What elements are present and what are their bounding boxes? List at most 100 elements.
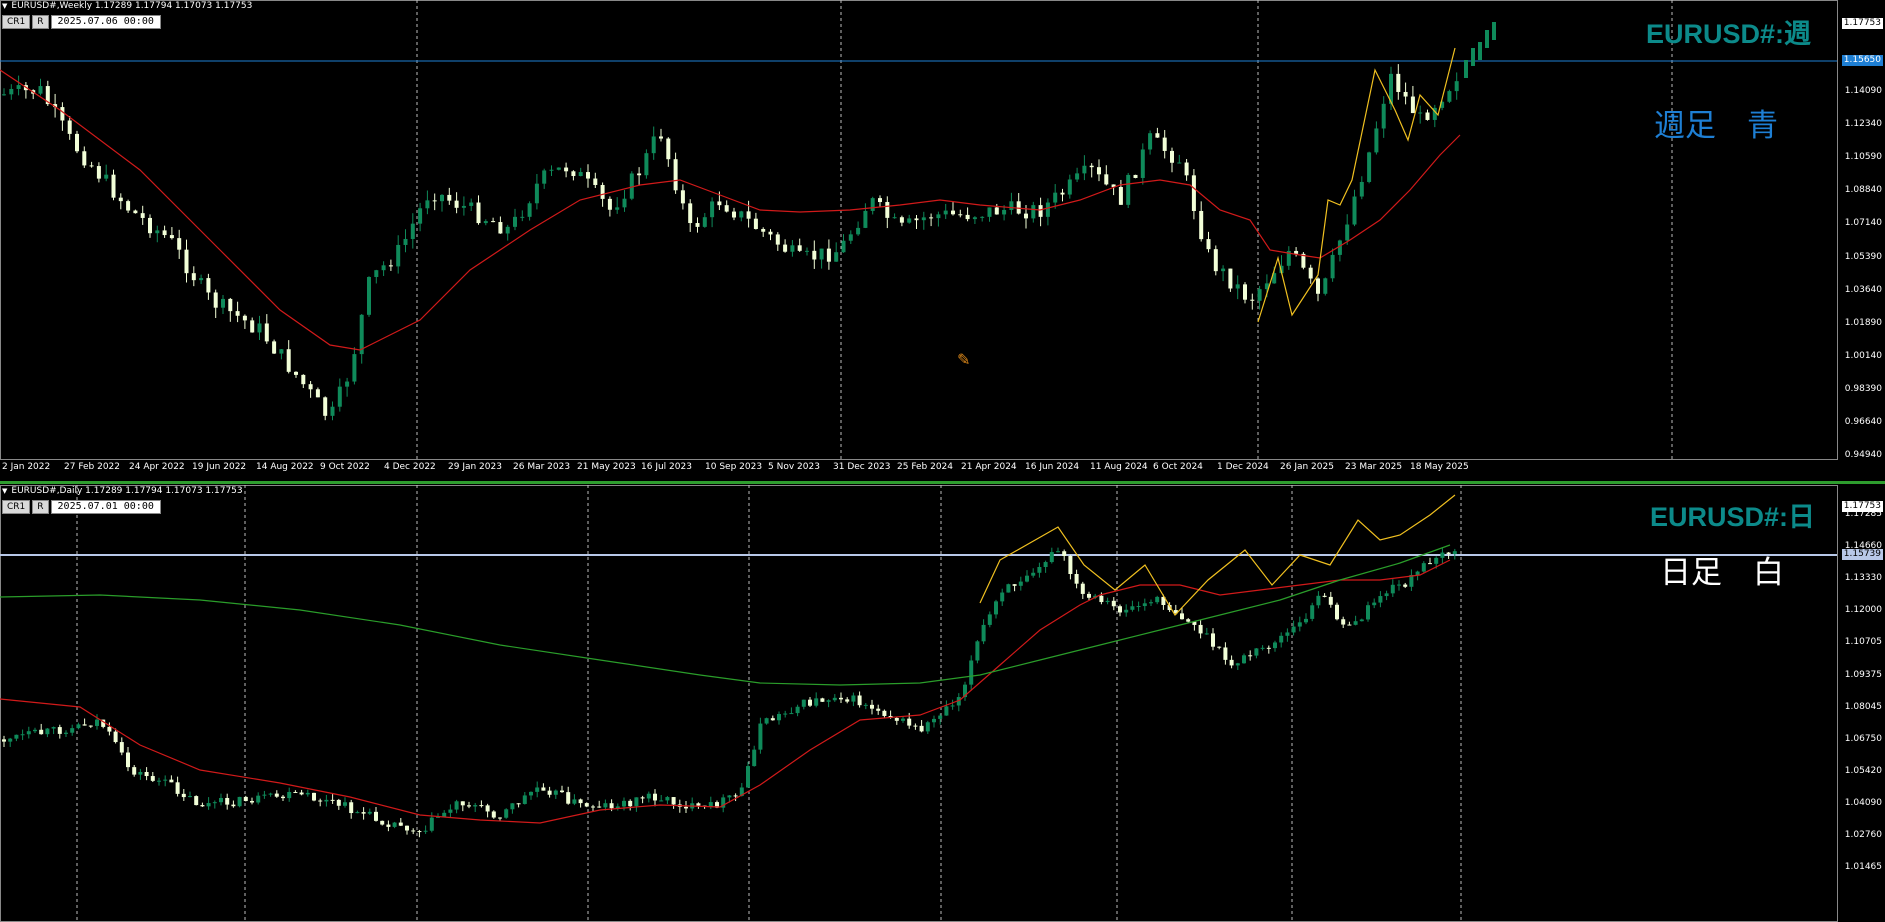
weekly-candle-body: [1337, 240, 1342, 255]
weekly-time-axis[interactable]: 2 Jan 2022 27 Feb 2022 24 Apr 2022 19 Jun 2…: [0, 459, 1837, 475]
daily-candle-body: [343, 802, 347, 806]
weekly-candle-body: [724, 205, 729, 212]
weekly-candle-body: [564, 167, 569, 172]
weekly-price-tick: 1.07140: [1844, 218, 1882, 229]
daily-candle-body: [504, 809, 509, 818]
daily-candle-body: [225, 797, 230, 805]
daily-candle-body: [925, 722, 930, 732]
weekly-price-tick: 1.10590: [1844, 152, 1882, 163]
daily-candle-body: [1186, 619, 1191, 622]
weekly-price-axis[interactable]: 1.14090 1.12340 1.10590 1.08840 1.07140 1.053…: [1837, 0, 1885, 465]
weekly-plot-frame: [0, 0, 1838, 460]
weekly-candle-body: [1410, 96, 1415, 114]
daily-candle-body: [584, 803, 589, 807]
weekly-candle-body: [1403, 91, 1408, 97]
weekly-candle-body: [775, 234, 780, 245]
weekly-candle-body: [67, 120, 72, 134]
weekly-candle-body: [454, 200, 459, 208]
weekly-time-tick: 6 Oct 2024: [1153, 462, 1203, 472]
daily-candle-body: [578, 799, 583, 804]
daily-header-text: EURUSD#,Daily 1.17289 1.17794 1.17073 1.…: [11, 486, 243, 496]
daily-candle-body: [609, 803, 614, 809]
weekly-candle-body: [732, 211, 736, 218]
daily-candle-body: [95, 719, 99, 726]
daily-candle-body: [1031, 572, 1036, 576]
daily-candle-body: [1403, 584, 1408, 587]
weekly-time-tick: 21 May 2023: [577, 462, 636, 472]
daily-candle-body: [355, 812, 360, 814]
daily-candle-body: [200, 805, 205, 807]
daily-candle-body: [832, 697, 837, 701]
daily-candle-body: [88, 725, 93, 727]
daily-candle-body: [1297, 622, 1302, 627]
daily-price-tick: 1.09375: [1844, 669, 1882, 680]
weekly-candle-body: [600, 184, 605, 199]
daily-candle-body: [126, 752, 130, 768]
daily-candle-body: [597, 806, 602, 808]
daily-candle-body: [423, 830, 428, 832]
daily-candle-body: [547, 790, 552, 795]
weekly-candle-body: [1075, 173, 1080, 180]
daily-candle-body: [398, 822, 403, 826]
collapse-triangle-icon[interactable]: ▼: [2, 487, 7, 495]
weekly-candle-body: [1191, 175, 1196, 211]
daily-candle-body: [516, 803, 521, 805]
daily-candle-body: [163, 779, 168, 781]
daily-candle-body: [969, 660, 974, 685]
daily-cr-button[interactable]: CR1: [2, 500, 31, 514]
daily-candle-body: [1142, 603, 1147, 607]
daily-candle-body: [374, 811, 378, 821]
weekly-candle-body: [710, 201, 715, 218]
weekly-candle-body: [330, 406, 335, 416]
daily-candle-body: [770, 718, 775, 721]
weekly-candle-body: [534, 183, 539, 204]
daily-candle-body: [1018, 581, 1023, 586]
weekly-candle-body: [323, 397, 328, 416]
weekly-time-tick: 16 Jul 2023: [641, 462, 692, 472]
daily-price-plot[interactable]: [0, 485, 1885, 922]
daily-candle-body: [138, 772, 143, 775]
daily-r-button[interactable]: R: [32, 500, 49, 514]
daily-candle-body: [826, 700, 831, 702]
weekly-candle-body: [965, 214, 970, 220]
weekly-time-tick: 29 Jan 2023: [448, 462, 502, 472]
weekly-candle-body: [1024, 213, 1028, 219]
weekly-candle-body: [1206, 239, 1211, 250]
weekly-candle-body: [177, 238, 182, 250]
weekly-cr-button[interactable]: CR1: [2, 15, 31, 29]
weekly-price-plot[interactable]: [0, 0, 1885, 481]
weekly-candle-body: [162, 230, 167, 236]
weekly-candle-body: [1367, 152, 1372, 182]
daily-date-field[interactable]: 2025.07.01 00:00: [50, 500, 161, 514]
collapse-triangle-icon[interactable]: ▼: [2, 2, 7, 10]
weekly-r-button[interactable]: R: [32, 15, 49, 29]
daily-candle-body: [268, 793, 273, 795]
weekly-candle-body: [1184, 162, 1189, 176]
daily-candle-body: [392, 822, 397, 827]
daily-price-axis[interactable]: 1.17285 1.14660 1.13330 1.12000 1.10705 1.093…: [1837, 485, 1885, 922]
daily-candle-body: [1279, 635, 1284, 643]
daily-candle-body: [783, 713, 788, 715]
weekly-time-tick: 11 Aug 2024: [1090, 462, 1148, 472]
weekly-candle-body: [118, 197, 123, 202]
weekly-candle-body: [958, 214, 963, 216]
weekly-time-tick: 1 Dec 2024: [1217, 462, 1269, 472]
daily-candle-body: [1335, 604, 1339, 620]
daily-candle-body: [634, 797, 639, 807]
weekly-time-tick: 5 Nov 2023: [768, 462, 820, 472]
daily-price-tick: 1.17285: [1844, 509, 1882, 519]
weekly-candle-body: [221, 298, 225, 308]
weekly-candle-body: [374, 270, 379, 277]
weekly-candle-body: [272, 341, 277, 354]
weekly-candle-body: [790, 245, 795, 252]
daily-candle-body: [1223, 647, 1228, 660]
weekly-candle-body: [1330, 254, 1335, 279]
weekly-date-field[interactable]: 2025.07.06 00:00: [50, 15, 161, 29]
daily-chart-panel[interactable]: ▼ EURUSD#,Daily 1.17289 1.17794 1.17073 …: [0, 485, 1885, 922]
weekly-time-tick: 14 Aug 2022: [256, 462, 314, 472]
daily-candle-body: [417, 831, 422, 833]
weekly-time-tick: 16 Jun 2024: [1025, 462, 1080, 472]
panel-separator[interactable]: [0, 481, 1885, 484]
daily-candle-body: [510, 803, 515, 810]
weekly-chart-panel[interactable]: ▼ EURUSD#,Weekly 1.17289 1.17794 1.17073…: [0, 0, 1885, 481]
